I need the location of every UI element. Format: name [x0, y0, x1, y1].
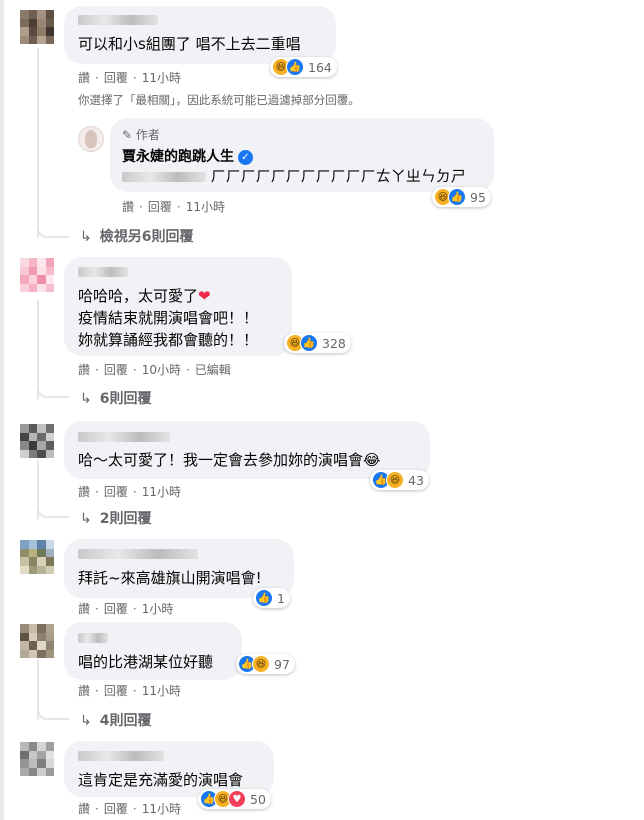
comment-actions: 讚 · 回覆 · 11小時	[78, 71, 181, 85]
thread-curve	[37, 220, 69, 238]
like-button[interactable]: 讚	[78, 684, 90, 698]
timestamp[interactable]: 11小時	[142, 485, 181, 499]
pencil-icon: ✎	[122, 128, 133, 142]
comment-author[interactable]	[78, 12, 158, 26]
comment-line: 哈哈哈，太可愛了❤	[78, 287, 211, 305]
comment-actions: 讚 · 回覆 · 11小時	[78, 485, 181, 499]
replies-link[interactable]: ↳ 6則回覆	[80, 388, 151, 408]
reaction-count: 50	[250, 791, 266, 807]
comment-text: 可以和小s組團了 唱不上去二重唱	[78, 35, 301, 53]
love-icon: ♥	[228, 790, 246, 808]
reaction-count: 95	[470, 189, 486, 205]
avatar[interactable]	[20, 540, 54, 574]
like-button[interactable]: 讚	[78, 602, 90, 616]
author-name[interactable]: 賈永婕的跑跳人生 ✓	[122, 146, 253, 166]
reply-arrow-icon: ↳	[80, 229, 92, 245]
haha-icon: 😆	[252, 655, 270, 673]
like-button[interactable]: 讚	[78, 363, 90, 377]
comment-actions: 讚 · 回覆 · 1小時	[78, 602, 174, 616]
like-icon: 👍	[255, 589, 273, 607]
reply-button[interactable]: 回覆	[104, 485, 128, 499]
author-reply-text: ㄏㄏㄏㄏㄏㄏㄏㄏㄏㄏㄏㄊㄚㄓㄣㄉㄕ	[122, 166, 466, 187]
reply-button[interactable]: 回覆	[148, 200, 172, 214]
comment-author[interactable]	[78, 748, 164, 762]
replies-link[interactable]: ↳ 4則回覆	[80, 710, 151, 730]
haha-icon: 😆	[386, 471, 404, 489]
edited-label: 已編輯	[194, 363, 231, 377]
reply-arrow-icon: ↳	[80, 713, 92, 729]
left-border	[0, 0, 4, 820]
like-icon: 👍	[448, 188, 466, 206]
timestamp[interactable]: 11小時	[142, 684, 181, 698]
verified-badge-icon: ✓	[238, 149, 253, 165]
reply-button[interactable]: 回覆	[104, 71, 128, 85]
replies-link[interactable]: ↳ 2則回覆	[80, 508, 151, 528]
timestamp[interactable]: 10小時	[142, 363, 181, 377]
comment-line: 疫情結束就開演唱會吧！！	[78, 309, 259, 327]
reply-button[interactable]: 回覆	[104, 363, 128, 377]
timestamp[interactable]: 1小時	[142, 602, 174, 616]
reply-arrow-icon: ↳	[80, 511, 92, 527]
comment-line: 妳就算誦經我都會聽的！！	[78, 331, 259, 349]
reaction-count: 97	[274, 656, 290, 672]
thread-curve	[37, 702, 69, 720]
thread-line	[37, 48, 39, 238]
reply-button[interactable]: 回覆	[104, 684, 128, 698]
like-button[interactable]: 讚	[78, 485, 90, 499]
comment-text: 這肯定是充滿愛的演唱會	[78, 771, 244, 789]
author-avatar[interactable]	[78, 126, 104, 152]
avatar[interactable]	[20, 10, 54, 44]
reaction-summary[interactable]: 😆 👍 328	[284, 333, 351, 353]
comment-actions: 讚 · 回覆 · 11小時	[122, 200, 225, 214]
reaction-count: 164	[308, 59, 332, 75]
author-badge: ✎ 作者	[122, 128, 160, 142]
view-more-replies-link[interactable]: ↳ 檢視另6則回覆	[80, 226, 193, 246]
reaction-summary[interactable]: 👍 1	[253, 588, 290, 608]
like-icon: 👍	[300, 334, 318, 352]
timestamp[interactable]: 11小時	[142, 71, 181, 85]
comment-text: 唱的比港湖某位好聽	[78, 653, 214, 671]
comment-actions: 讚 · 回覆 · 10小時 · 已編輯	[78, 363, 231, 377]
reaction-count: 43	[408, 472, 424, 488]
reaction-count: 1	[277, 590, 285, 606]
avatar[interactable]	[20, 258, 54, 292]
like-button[interactable]: 讚	[78, 71, 90, 85]
avatar[interactable]	[20, 424, 54, 458]
comment-actions: 讚 · 回覆 · 11小時	[78, 684, 181, 698]
comment-author[interactable]	[78, 546, 198, 560]
reaction-count: 328	[322, 335, 346, 351]
filter-note: 你選擇了「最相關」，因此系統可能已過濾掉部分回覆。	[78, 93, 360, 107]
reply-button[interactable]: 回覆	[104, 802, 128, 816]
avatar[interactable]	[20, 742, 54, 776]
reaction-summary[interactable]: 😆 👍 95	[432, 187, 491, 207]
heart-emoji: ❤	[198, 287, 211, 305]
comment-author[interactable]	[78, 630, 108, 644]
comment-author[interactable]	[78, 429, 170, 443]
comment-author[interactable]	[78, 264, 128, 278]
like-button[interactable]: 讚	[78, 802, 90, 816]
comment-actions: 讚 · 回覆 · 11小時	[78, 802, 181, 816]
like-button[interactable]: 讚	[122, 200, 134, 214]
reaction-summary[interactable]: 😆 👍 164	[270, 57, 337, 77]
reply-arrow-icon: ↳	[80, 391, 92, 407]
thread-curve	[37, 380, 69, 398]
comment-text: 哈～太可愛了！我一定會去參加妳的演唱會😂	[78, 451, 381, 469]
avatar[interactable]	[20, 624, 54, 658]
reply-button[interactable]: 回覆	[104, 602, 128, 616]
reaction-summary[interactable]: 👍 😆 43	[370, 470, 429, 490]
thread-curve	[37, 500, 69, 518]
reaction-summary[interactable]: 👍 😆 97	[236, 654, 295, 674]
timestamp[interactable]: 11小時	[186, 200, 225, 214]
comment-text: 拜託~來高雄旗山開演唱會!	[78, 569, 262, 587]
timestamp[interactable]: 11小時	[142, 802, 181, 816]
like-icon: 👍	[286, 58, 304, 76]
laughing-emoji: 😂	[363, 451, 381, 469]
reaction-summary[interactable]: 👍 😆 ♥ 50	[198, 789, 271, 809]
